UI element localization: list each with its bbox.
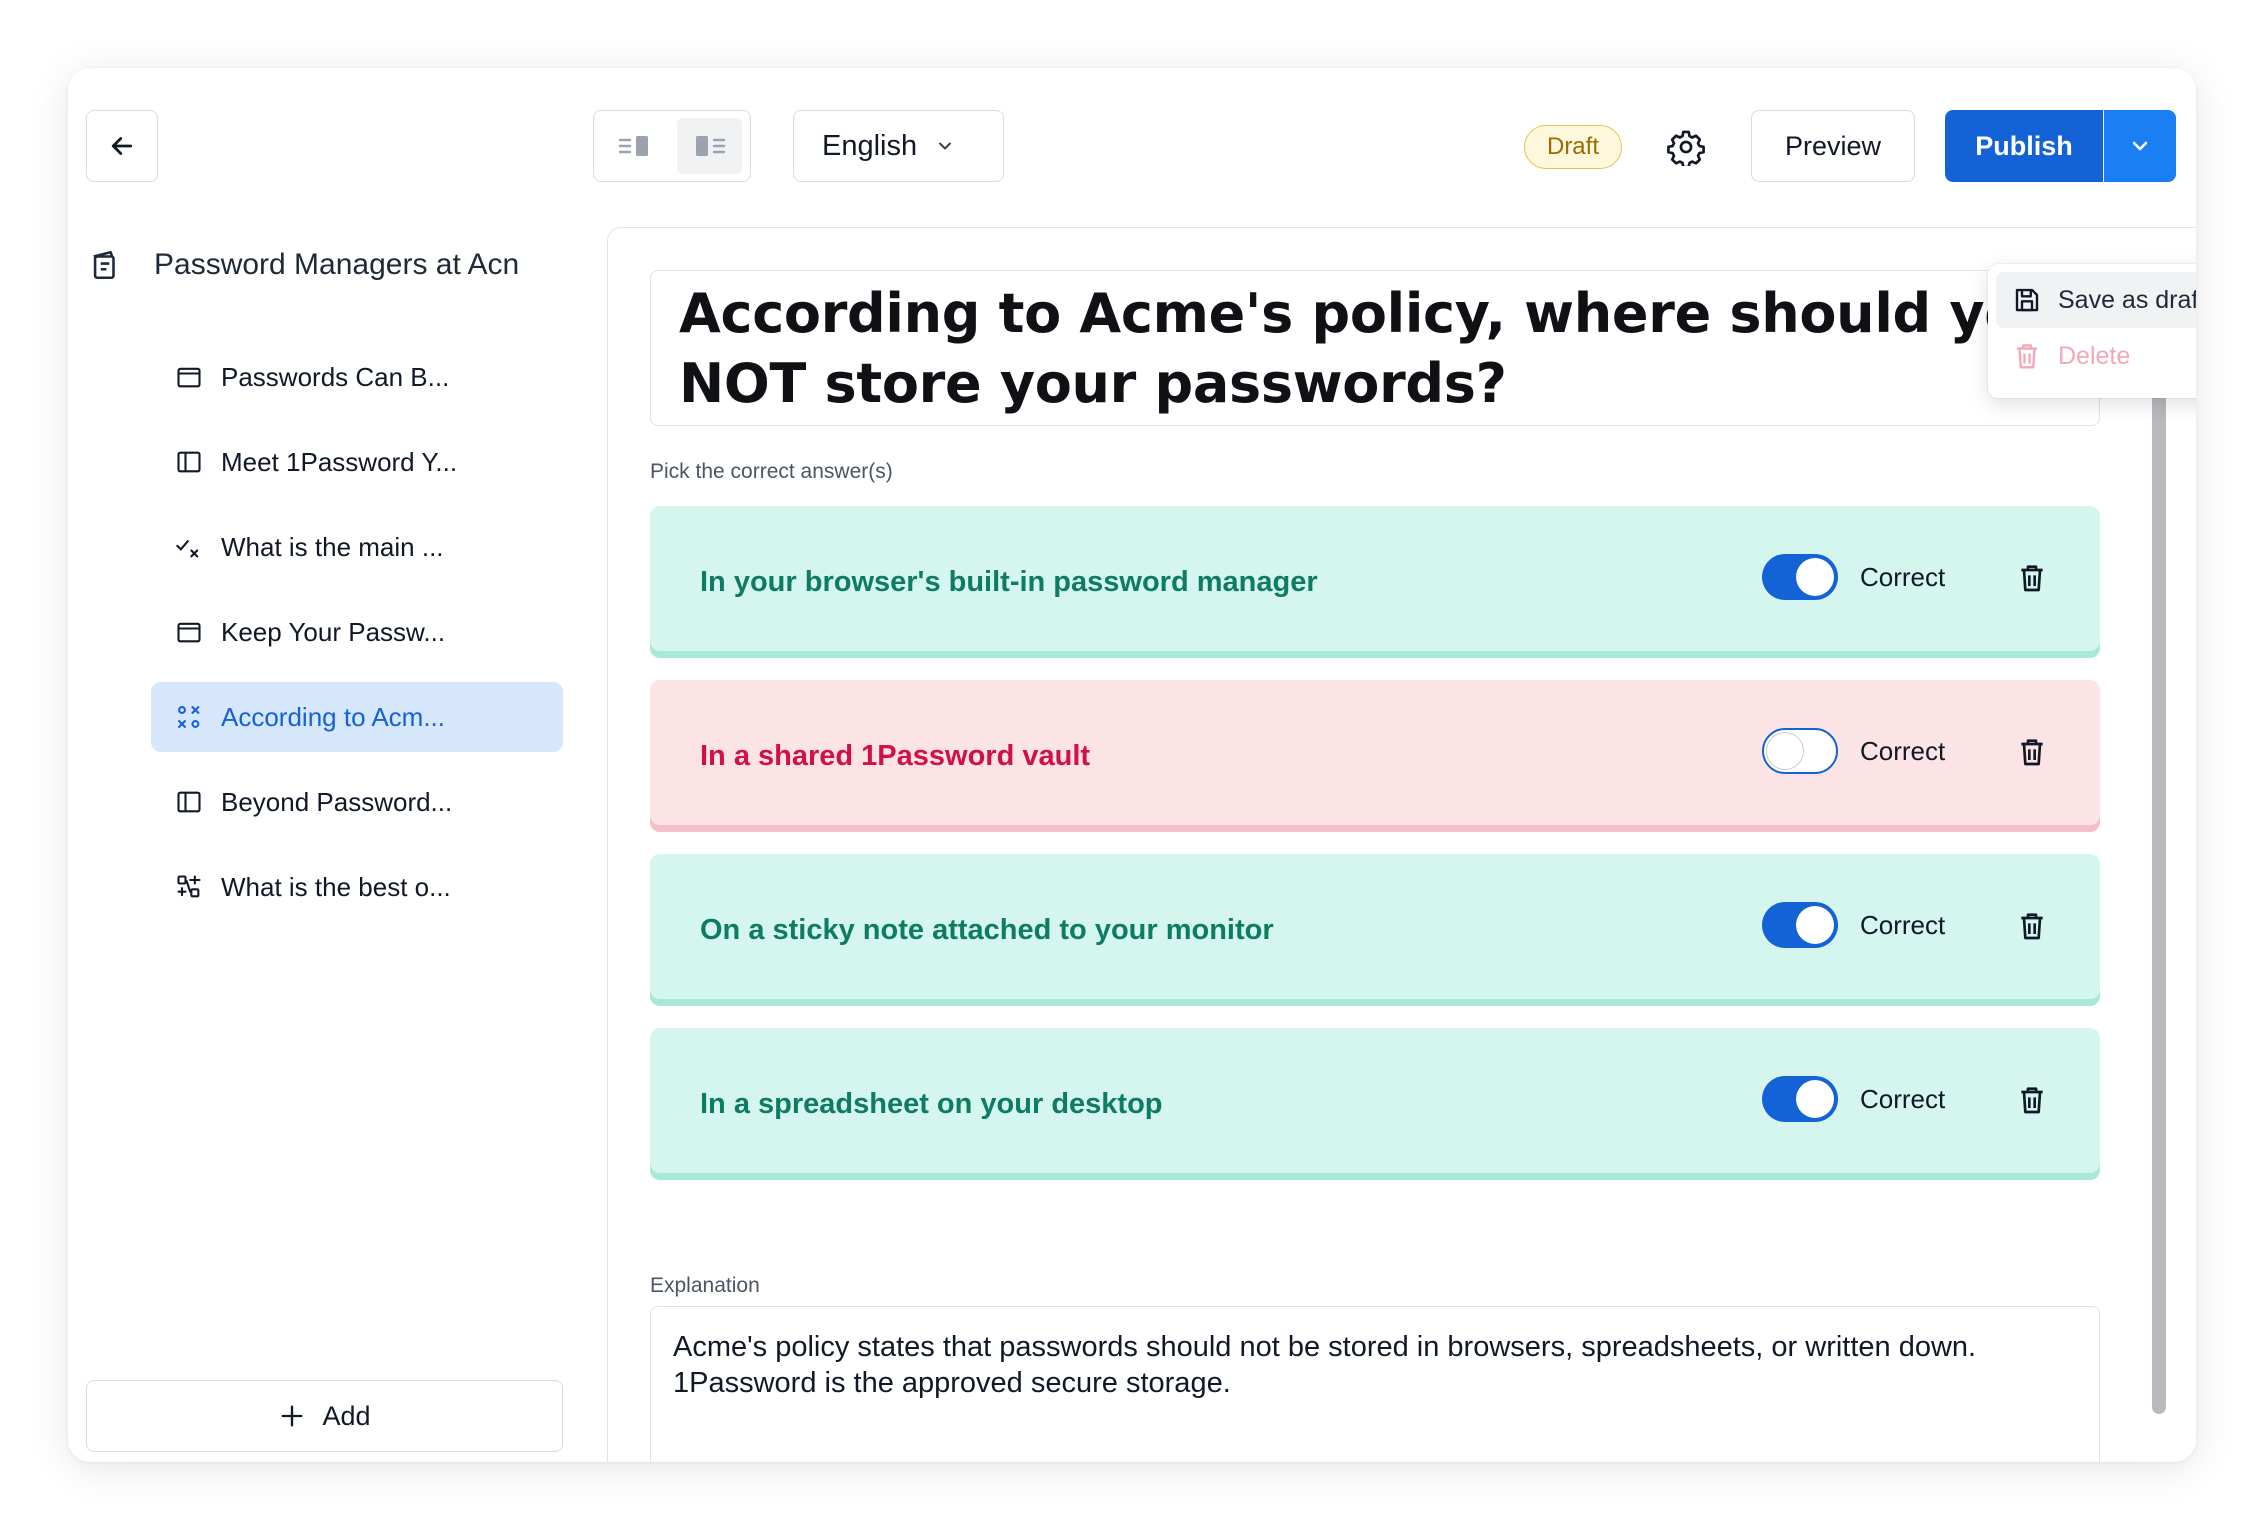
question-title-input[interactable]: According to Acme's policy, where should… <box>650 270 2100 426</box>
course-title-text: Password Managers at Acn <box>154 248 520 281</box>
sidebar-item-label: What is the best o... <box>221 871 451 902</box>
correct-toggle[interactable] <box>1762 728 1838 774</box>
multi-choice-icon <box>178 706 200 728</box>
sidebar-item-keep-your-passwords[interactable]: Keep Your Passw... <box>151 597 563 667</box>
explanation-textarea[interactable]: Acme's policy states that passwords shou… <box>650 1306 2100 1462</box>
split-panel-icon <box>177 791 201 813</box>
publish-button[interactable]: Publish <box>1945 110 2103 182</box>
page-icon <box>177 367 201 388</box>
sidebar-item-what-is-the-main[interactable]: What is the main ... <box>151 512 563 582</box>
correct-label: Correct <box>1860 1084 1946 1114</box>
layout-toggle <box>593 110 751 182</box>
gear-icon <box>1667 130 1705 166</box>
page-icon <box>177 622 201 643</box>
sidebar-item-what-is-the-best[interactable]: What is the best o... <box>151 852 563 922</box>
save-icon <box>2015 288 2039 312</box>
editor-scrollbar[interactable] <box>2152 326 2166 1414</box>
toggle-knob <box>1796 558 1834 596</box>
question-editor: According to Acme's policy, where should… <box>607 227 2196 1462</box>
answer-text[interactable]: In your browser's built-in password mana… <box>700 566 1318 599</box>
sidebar-item-meet-1password[interactable]: Meet 1Password Y... <box>151 427 563 497</box>
answers-hint: Pick the correct answer(s) <box>650 460 893 483</box>
correct-toggle[interactable] <box>1762 902 1838 948</box>
correct-toggle[interactable] <box>1762 1076 1838 1122</box>
check-cross-icon <box>176 540 199 558</box>
explanation-label: Explanation <box>650 1274 760 1297</box>
delete-answer-button[interactable] <box>2014 1082 2050 1118</box>
trash-icon <box>2021 739 2043 766</box>
sidebar-item-passwords-can-be[interactable]: Passwords Can B... <box>151 342 563 412</box>
sidebar-item-label: Meet 1Password Y... <box>221 446 458 477</box>
sidebar-item-label: Beyond Password... <box>221 786 453 817</box>
answer-option[interactable]: In your browser's built-in password mana… <box>650 506 2100 658</box>
trash-icon <box>2017 344 2037 369</box>
course-title[interactable]: Password Managers at Acn <box>86 240 566 290</box>
arrow-left-icon <box>111 137 133 155</box>
toggle-knob <box>1796 906 1834 944</box>
delete-answer-button[interactable] <box>2014 560 2050 596</box>
settings-button[interactable] <box>1664 125 1708 169</box>
menu-item-label: Save as draft <box>2058 285 2196 314</box>
answer-text[interactable]: In a shared 1Password vault <box>700 740 1090 773</box>
sidebar-item-label: According to Acm... <box>221 701 445 732</box>
correct-label: Correct <box>1860 562 1946 592</box>
back-button[interactable] <box>86 110 158 182</box>
matching-icon <box>177 875 201 898</box>
chevron-down-icon <box>2132 141 2148 151</box>
answer-option[interactable]: In a shared 1Password vault Correct <box>650 680 2100 832</box>
publish-options-button[interactable] <box>2104 110 2176 182</box>
language-value: English <box>822 129 918 162</box>
trash-icon <box>2021 913 2043 940</box>
delete-answer-button[interactable] <box>2014 908 2050 944</box>
sidebar-item-according-to-acme[interactable]: According to Acm... <box>151 682 563 752</box>
toggle-knob <box>1766 732 1804 770</box>
toggle-knob <box>1796 1080 1834 1118</box>
layout-left-panel-button[interactable] <box>677 118 742 174</box>
trash-icon <box>2021 1087 2043 1114</box>
answer-text[interactable]: In a spreadsheet on your desktop <box>700 1088 1163 1121</box>
status-badge: Draft <box>1524 125 1622 169</box>
save-as-draft-item[interactable]: Save as draft <box>1996 272 2196 328</box>
explanation-text: Acme's policy states that passwords shou… <box>673 1331 1977 1399</box>
lesson-list: Passwords Can B... Meet 1Password Y... W… <box>151 342 563 937</box>
sidebar-item-label: Passwords Can B... <box>221 361 450 392</box>
delete-item[interactable]: Delete <box>1996 328 2196 384</box>
add-label: Add <box>322 1400 371 1431</box>
sidebar-item-beyond-passwords[interactable]: Beyond Password... <box>151 767 563 837</box>
correct-label: Correct <box>1860 736 1946 766</box>
layout-right-panel-button[interactable] <box>602 118 667 174</box>
delete-answer-button[interactable] <box>2014 734 2050 770</box>
editor-window: Password Managers at Acn Passwords Can B… <box>68 68 2196 1462</box>
split-panel-icon <box>177 451 201 473</box>
plus-icon <box>281 1405 303 1427</box>
answer-list: In your browser's built-in password mana… <box>650 506 2100 1202</box>
correct-label: Correct <box>1860 910 1946 940</box>
preview-button[interactable]: Preview <box>1751 110 1915 182</box>
layout-list-left-icon <box>695 136 725 156</box>
correct-toggle[interactable] <box>1762 554 1838 600</box>
question-text: According to Acme's policy, where should… <box>679 282 2060 415</box>
sidebar-item-label: Keep Your Passw... <box>221 616 446 647</box>
layout-list-right-icon <box>618 136 648 156</box>
trash-icon <box>2021 565 2043 592</box>
resize-grip-icon[interactable] <box>2081 1461 2095 1462</box>
sidebar-item-label: What is the main ... <box>221 531 444 562</box>
answer-option[interactable]: In a spreadsheet on your desktop Correct <box>650 1028 2100 1180</box>
menu-item-label: Delete <box>2058 341 2131 370</box>
language-select[interactable]: English <box>793 110 1004 182</box>
answer-text[interactable]: On a sticky note attached to your monito… <box>700 914 1274 947</box>
add-lesson-button[interactable]: Add <box>86 1380 563 1452</box>
publish-options-menu: Save as draft Delete <box>1988 264 2196 398</box>
answer-option[interactable]: On a sticky note attached to your monito… <box>650 854 2100 1006</box>
chevron-down-icon <box>939 142 952 150</box>
course-icon <box>93 250 115 280</box>
